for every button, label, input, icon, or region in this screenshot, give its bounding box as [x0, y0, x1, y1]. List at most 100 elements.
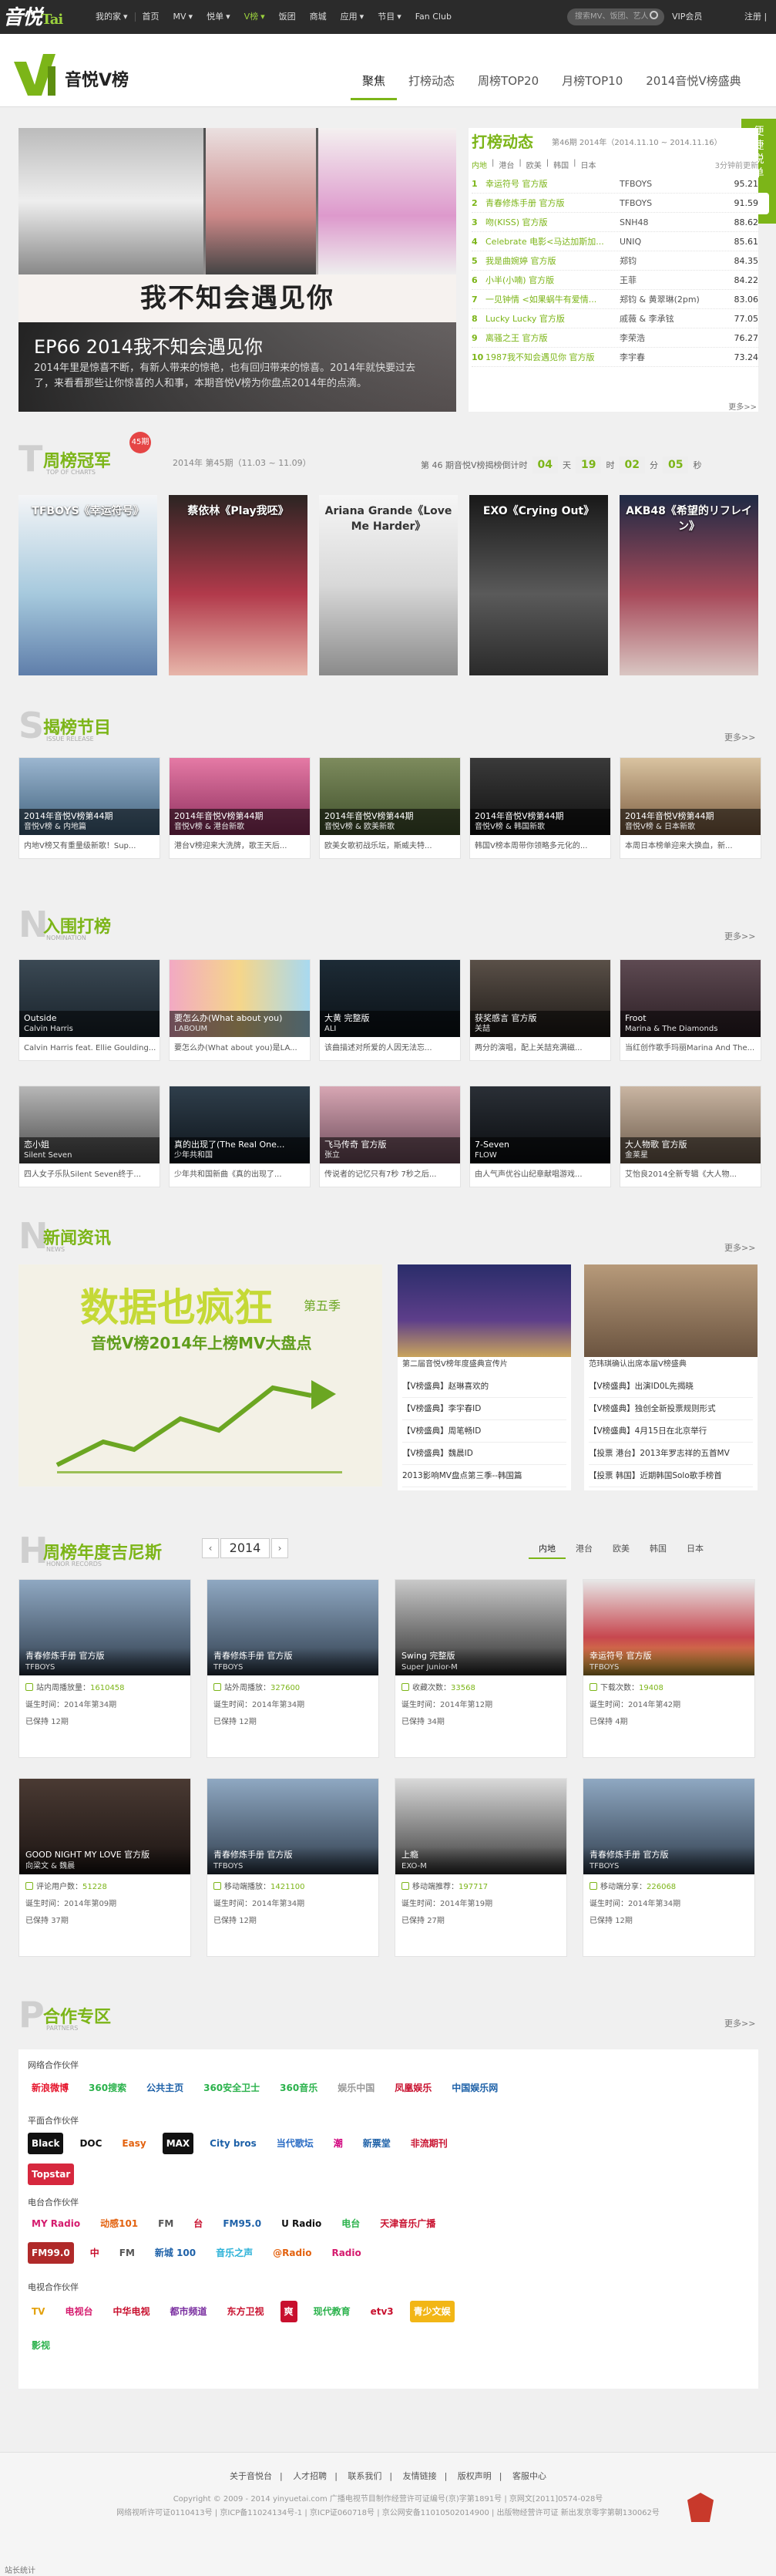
record-card[interactable]: Swing 完整版 Super Junior-M 收藏次数：33568 诞生时间：… [395, 1579, 567, 1758]
site-stats-link[interactable]: 站长统计 [5, 2564, 35, 2575]
region-tab[interactable]: 韩国 [553, 159, 569, 170]
hero-banner[interactable]: 我不知会遇见你 EP66 2014我不知会遇见你 2014年里是惊喜不断，有新人… [18, 128, 456, 412]
footer-link[interactable]: 版权声明 [458, 2471, 492, 2481]
champion-card[interactable]: Ariana Grande《Love Me Harder》 [319, 495, 458, 675]
champion-card[interactable]: 蔡依林《Play我呸》 [169, 495, 307, 675]
partner-logo[interactable]: 非流期刊 [407, 2133, 452, 2154]
footer-link[interactable]: 客服中心 [512, 2471, 546, 2481]
region-tab[interactable]: 内地 [529, 1541, 566, 1559]
record-card[interactable]: GOOD NIGHT MY LOVE 官方版 向梁文 & 魏晨 评论用户数：512… [18, 1778, 191, 1957]
ranking-row[interactable]: 9 离骚之王 官方版 李荣浩 76.27 [472, 328, 758, 348]
nominee-card[interactable]: 真的出现了(The Real One... 少年共和国 少年共和国新曲《真的出现了… [169, 1086, 311, 1187]
ranking-row[interactable]: 6 小半(小喃) 官方版 王菲 84.22 [472, 271, 758, 290]
partner-logo[interactable]: @Radio [269, 2242, 315, 2264]
partner-logo[interactable]: 台 [190, 2213, 207, 2234]
partner-logo[interactable]: 天津音乐广播 [376, 2213, 439, 2234]
partner-logo[interactable]: MY Radio [28, 2213, 84, 2234]
champion-card[interactable]: EXO《Crying Out》 [469, 495, 608, 675]
record-card[interactable]: 青春修炼手册 官方版 TFBOYS 站内周播放量：1610458 诞生时间：201… [18, 1579, 191, 1758]
nominee-card[interactable]: 7-Seven FLOW 由人气声优谷山纪章献唱游戏... [469, 1086, 611, 1187]
region-tab[interactable]: 日本 [677, 1541, 714, 1559]
news-item[interactable]: 【V榜盛典】魏晨ID [402, 1443, 566, 1465]
partner-logo[interactable]: 中华电视 [109, 2301, 154, 2322]
footer-link[interactable]: 友情链接 [403, 2471, 437, 2481]
nav-item-mall[interactable]: 商城 [303, 0, 334, 34]
region-tab[interactable]: 欧美 [603, 1541, 640, 1559]
tab-focus[interactable]: 聚焦 [351, 69, 398, 100]
partner-logo[interactable]: 都市频道 [166, 2301, 211, 2322]
partner-logo[interactable]: FM [154, 2213, 177, 2234]
champion-card[interactable]: AKB48《希望的リフレイン》 [620, 495, 758, 675]
partner-logo[interactable]: 电台 [338, 2213, 364, 2234]
partner-logo[interactable]: Easy [118, 2133, 149, 2154]
tab-monthly-top10[interactable]: 月榜TOP10 [550, 69, 634, 100]
partner-logo[interactable]: 公共主页 [143, 2077, 187, 2099]
nav-item-mv[interactable]: MV ▾ [166, 0, 200, 34]
year-next-button[interactable]: › [271, 1538, 288, 1558]
partner-logo[interactable]: 当代歌坛 [273, 2133, 317, 2154]
partner-logo[interactable]: 中国娱乐网 [448, 2077, 502, 2099]
site-logo[interactable]: 音悦Tai [3, 2, 63, 30]
partners-more-link[interactable]: 更多>> [724, 2017, 755, 2029]
partner-logo[interactable]: Black [28, 2133, 64, 2154]
partner-logo[interactable]: 音乐之声 [212, 2242, 257, 2264]
nav-item-apps[interactable]: 应用 ▾ [334, 0, 371, 34]
nav-item-fangroup[interactable]: 饭团 [272, 0, 303, 34]
record-card[interactable]: 幸运符号 官方版 TFBOYS 下载次数：19408 诞生时间：2014年第42期… [583, 1579, 755, 1758]
hero-title[interactable]: EP66 2014我不知会遇见你 [34, 332, 263, 359]
record-card[interactable]: 青春修炼手册 官方版 TFBOYS 移动端播放：1421100 诞生时间：2014… [207, 1778, 379, 1957]
record-card[interactable]: 上瘾 EXO-M 移动端推荐：197717 诞生时间：2014年第19期 已保持 … [395, 1778, 567, 1957]
partner-logo[interactable]: Radio [328, 2242, 364, 2264]
ranking-row[interactable]: 5 我是曲婉婷 官方版 郑钧 84.35 [472, 251, 758, 271]
partner-logo[interactable]: Topstar [28, 2164, 75, 2185]
nominee-card[interactable]: 大人物歌 官方版 金莱星 艾怡良2014全新专辑《大人物... [620, 1086, 761, 1187]
ranking-more-link[interactable]: 更多>> [728, 400, 757, 412]
region-tab[interactable]: 内地 [472, 159, 487, 170]
news-more-link[interactable]: 更多>> [724, 1241, 755, 1254]
news-item[interactable]: 【V榜盛典】出演ID0L先揭晓 [589, 1376, 753, 1398]
nav-item-playlist[interactable]: 悦单 ▾ [200, 0, 237, 34]
tab-weekly-top20[interactable]: 周榜TOP20 [466, 69, 550, 100]
partner-logo[interactable]: 凤凰娱乐 [391, 2077, 435, 2099]
year-prev-button[interactable]: ‹ [202, 1538, 219, 1558]
partner-logo[interactable]: 新浪微博 [28, 2077, 72, 2099]
programs-more-link[interactable]: 更多>> [724, 731, 755, 743]
tab-annual-ceremony[interactable]: 2014音悦V榜盛典 [634, 69, 752, 100]
region-tab[interactable]: 港台 [499, 159, 514, 170]
region-tab[interactable]: 日本 [581, 159, 596, 170]
partner-logo[interactable]: U Radio [277, 2213, 325, 2234]
nominee-card[interactable]: 获奖感言 官方版 关喆 两分的演唱，配上关喆充满磁... [469, 959, 611, 1061]
program-card[interactable]: 2014年音悦V榜第44期 音悦V榜 & 内地篇 内地V榜又有重量级新歌！Sup.… [18, 757, 160, 859]
partner-logo[interactable]: 360搜索 [85, 2077, 130, 2099]
partner-logo[interactable]: 现代教育 [310, 2301, 354, 2322]
partner-logo[interactable]: City bros [206, 2133, 260, 2154]
partner-logo[interactable]: DOC [76, 2133, 106, 2154]
partner-logo[interactable]: FM99.0 [28, 2242, 74, 2264]
partner-logo[interactable]: 动感101 [96, 2213, 142, 2234]
news-item[interactable]: 【V榜盛典】4月15日在北京举行 [589, 1420, 753, 1443]
ranking-row[interactable]: 10 1987我不知会遇见你 官方版 李宇春 73.24 [472, 348, 758, 367]
search-input[interactable]: 搜索MV、饭团、艺人 [567, 8, 664, 25]
nominee-card[interactable]: 恋小姐 Silent Seven 四人女子乐队Silent Seven终于... [18, 1086, 160, 1187]
vip-link[interactable]: VIP会员 [672, 0, 702, 34]
news-item[interactable]: 【V榜盛典】周笔畅ID [402, 1420, 566, 1443]
region-tab[interactable]: 港台 [566, 1541, 603, 1559]
news-item[interactable]: 【投票 韩国】近期韩国Solo歌手榜首 [589, 1465, 753, 1487]
news-thumbnail[interactable] [398, 1264, 571, 1357]
nav-item-home[interactable]: 我的家 ▾ [89, 0, 135, 34]
record-card[interactable]: 青春修炼手册 官方版 TFBOYS 站外周播放：327600 诞生时间：2014年… [207, 1579, 379, 1758]
partner-logo[interactable]: 青少文娱 [409, 2301, 455, 2322]
partner-logo[interactable]: MAX [162, 2133, 194, 2154]
footer-link[interactable]: 人才招聘 [293, 2471, 327, 2481]
partner-logo[interactable]: 新城 100 [151, 2242, 200, 2264]
region-tab[interactable]: 韩国 [640, 1541, 677, 1559]
partner-logo[interactable]: 360音乐 [276, 2077, 321, 2099]
nominee-card[interactable]: 要怎么办(What about you) LABOUM 要怎么办(What abo… [169, 959, 311, 1061]
nominee-card[interactable]: Outside Calvin Harris Calvin Harris feat.… [18, 959, 160, 1061]
ranking-row[interactable]: 2 青春修炼手册 官方版 TFBOYS 91.59 [472, 194, 758, 213]
news-feature[interactable]: 数据也疯狂 音悦V榜2014年上榜MV大盘点 第五季 [18, 1264, 382, 1487]
candidates-more-link[interactable]: 更多>> [724, 930, 755, 942]
footer-link[interactable]: 联系我们 [348, 2471, 381, 2481]
ranking-row[interactable]: 1 幸运符号 官方版 TFBOYS 95.21 [472, 174, 758, 194]
nav-item-fanclub[interactable]: Fan Club [408, 0, 459, 34]
